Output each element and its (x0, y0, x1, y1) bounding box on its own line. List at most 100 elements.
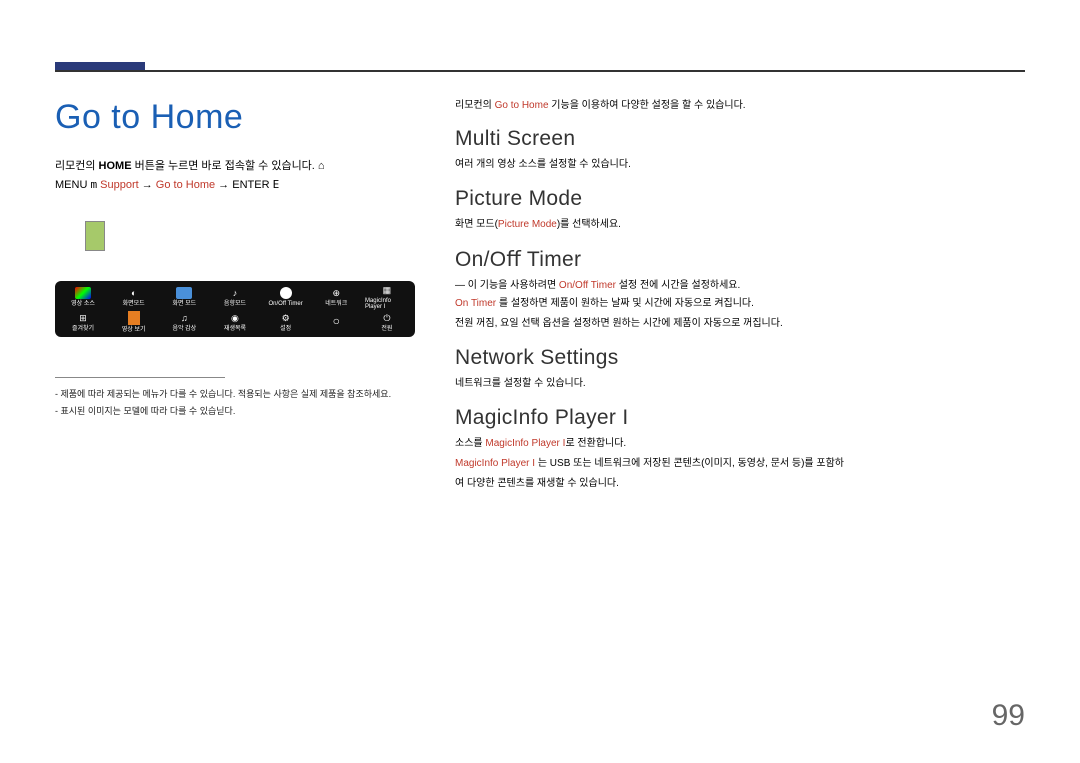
label: 즐겨찾기 (72, 326, 94, 332)
label: MagicInfo Player I (365, 298, 409, 310)
multi-screen-desc: 여러 개의 영상 소스를 설정할 수 있습니다. (455, 157, 1015, 173)
dock-row-1: 영상 소스 ◐ 화면모드 화면 모드 ♪ 음향모드 On/Off Timer ⊕ 네트… (61, 285, 409, 309)
intro-accent: Go to Home (495, 100, 549, 111)
label: 음악 감상 (172, 326, 196, 332)
heading-network-settings: Network Settings (455, 346, 1015, 370)
label: 영상 보기 (122, 327, 146, 333)
text: 이 기능을 사용하려면 (468, 280, 559, 291)
dock-item-soundmode[interactable]: ♪ 음향모드 (213, 287, 257, 307)
header-rule (55, 70, 1025, 72)
dock-item-settings[interactable]: ⚙ 설정 (264, 312, 308, 332)
dock-item-favorites[interactable]: ⊞ 즐겨찾기 (61, 312, 105, 332)
home-key-label: HOME (99, 160, 132, 172)
text: 소스를 (455, 438, 485, 449)
dot-icon: ○ (328, 315, 344, 327)
timer-icon (280, 287, 292, 299)
left-column: Go to Home 리모컨의 HOME 버튼을 누르면 바로 접속할 수 있습… (55, 98, 425, 419)
text: 로 전환합니다. (565, 438, 626, 449)
label: 전원 (381, 326, 392, 332)
magicinfo-line2: MagicInfo Player I 는 USB 또는 네트워크에 저장된 콘텐… (455, 456, 1015, 472)
dock-item-picturemode[interactable]: 화면 모드 (162, 287, 206, 307)
label: 화면모드 (123, 301, 145, 307)
page-number: 99 (992, 699, 1025, 733)
dock-item-network[interactable]: ⊕ 네트워크 (314, 287, 358, 307)
power-icon: ⏻ (379, 312, 395, 324)
screen-mockup: 영상 소스 ◐ 화면모드 화면 모드 ♪ 음향모드 On/Off Timer ⊕ 네트… (55, 221, 425, 337)
network-desc: 네트워크를 설정할 수 있습니다. (455, 376, 1015, 392)
label: On/Off Timer (269, 301, 303, 307)
onoff-line3: 전원 꺼짐, 요일 선택 옵션을 설정하면 원하는 시간에 제품이 자동으로 꺼… (455, 316, 1015, 332)
dock-row-2: ⊞ 즐겨찾기 영상 보기 ♫ 음악 감상 ◉ 재생목록 ⚙ 설정 ○ ⏻ 전원 (61, 311, 409, 333)
heading-picture-mode: Picture Mode (455, 187, 1015, 211)
network-icon: ⊕ (328, 287, 344, 299)
menu-navigation-path: MENU m Support → Go to Home → ENTER E (55, 178, 425, 191)
accent: On/Off Timer (559, 280, 616, 291)
magicinfo-line3: 여 다양한 콘텐츠를 재생할 수 있습니다. (455, 476, 1015, 492)
text: 버튼을 누르면 바로 접속할 수 있습니다. (132, 160, 315, 172)
home-button-note: 리모컨의 HOME 버튼을 누르면 바로 접속할 수 있습니다. ⌂ (55, 159, 425, 174)
accent: Picture Mode (498, 219, 557, 230)
footnote-2: - 표시된 이미지는 모델에 따라 다를 수 있습닏다. (55, 403, 425, 419)
playlist-icon: ◉ (227, 312, 243, 324)
dock-item-video[interactable]: 영상 보기 (112, 311, 156, 333)
music-icon: ♫ (176, 312, 192, 324)
heading-onoff-timer: On/Oﬀ Timer (455, 247, 1015, 272)
menu-support: Support (100, 179, 139, 191)
screenmode-icon: ◐ (126, 287, 142, 299)
dock-item-magicinfo[interactable]: ▦ MagicInfo Player I (365, 284, 409, 310)
label: 재생목록 (224, 326, 246, 332)
text: 리모컨의 (455, 100, 495, 111)
document-page: Go to Home 리모컨의 HOME 버튼을 누르면 바로 접속할 수 있습… (0, 0, 1080, 763)
home-glyph: ⌂ (318, 160, 325, 172)
dock-item-power[interactable]: ⏻ 전원 (365, 312, 409, 332)
section-tab-mark (55, 62, 145, 70)
label: 음향모드 (224, 301, 246, 307)
source-icon (75, 287, 91, 299)
label: 설정 (280, 326, 291, 332)
onoff-note: 이 기능을 사용하려면 On/Off Timer 설정 전에 시간을 설정하세요… (455, 278, 1015, 294)
dock-item-screenmode[interactable]: ◐ 화면모드 (112, 287, 156, 307)
dock-item-music[interactable]: ♫ 음악 감상 (162, 312, 206, 332)
text: MENU (55, 179, 90, 191)
picture-icon (176, 287, 192, 299)
label: 화면 모드 (172, 301, 196, 307)
screen-preview-box (85, 221, 105, 251)
sound-icon: ♪ (227, 287, 243, 299)
footnote-1: - 제품에 따라 제공되는 메뉴가 다를 수 있습니다. 적용되는 사항은 실제… (55, 386, 425, 402)
accent: On Timer (455, 298, 496, 309)
onoff-line2: On Timer 를 설정하면 제품이 원하는 날짜 및 시간에 자동으로 켜집… (455, 296, 1015, 312)
text: 설정 전에 시간을 설정하세요. (616, 280, 740, 291)
enter-e-icon: E (273, 178, 280, 191)
dock-item-playlist[interactable]: ◉ 재생목록 (213, 312, 257, 332)
dock-item-source[interactable]: 영상 소스 (61, 287, 105, 307)
heading-multi-screen: Multi Screen (455, 127, 1015, 151)
menu-goto: Go to Home (156, 179, 215, 191)
label: 영상 소스 (71, 301, 95, 307)
dock-item-blank[interactable]: ○ (314, 315, 358, 329)
text: 화면 모드( (455, 219, 498, 230)
right-column: 리모컨의 Go to Home 기능을 이용하여 다양한 설정을 할 수 있습니… (455, 98, 1015, 496)
home-dock: 영상 소스 ◐ 화면모드 화면 모드 ♪ 음향모드 On/Off Timer ⊕ 네트… (55, 281, 415, 337)
menu-m-icon: m (90, 178, 97, 191)
menu-enter: ENTER (232, 179, 272, 191)
page-title: Go to Home (55, 98, 425, 137)
intro-text: 리모컨의 Go to Home 기능을 이용하여 다양한 설정을 할 수 있습니… (455, 98, 1015, 113)
dock-item-timer[interactable]: On/Off Timer (264, 287, 308, 307)
text: )를 선택하세요. (557, 219, 621, 230)
magicinfo-icon: ▦ (379, 284, 395, 296)
video-icon (128, 311, 140, 325)
sep: → (218, 179, 232, 191)
text: 를 설정하면 제품이 원하는 날짜 및 시간에 자동으로 켜집니다. (496, 298, 754, 309)
accent: MagicInfo Player I (455, 458, 535, 469)
heading-magicinfo-player: MagicInfo Player I (455, 406, 1015, 430)
magicinfo-line1: 소스를 MagicInfo Player I로 전환합니다. (455, 436, 1015, 452)
footnote-separator (55, 377, 225, 378)
text: 는 USB 또는 네트워크에 저장된 콘텐츠(이미지, 동영상, 문서 등)를 … (535, 458, 844, 469)
accent: MagicInfo Player I (485, 438, 565, 449)
settings-icon: ⚙ (278, 312, 294, 324)
label: 네트워크 (325, 301, 347, 307)
sep: → (142, 179, 156, 191)
text: 기능을 이용하여 다양한 설정을 할 수 있습니다. (549, 100, 746, 111)
picture-mode-desc: 화면 모드(Picture Mode)를 선택하세요. (455, 217, 1015, 233)
favorites-icon: ⊞ (75, 312, 91, 324)
